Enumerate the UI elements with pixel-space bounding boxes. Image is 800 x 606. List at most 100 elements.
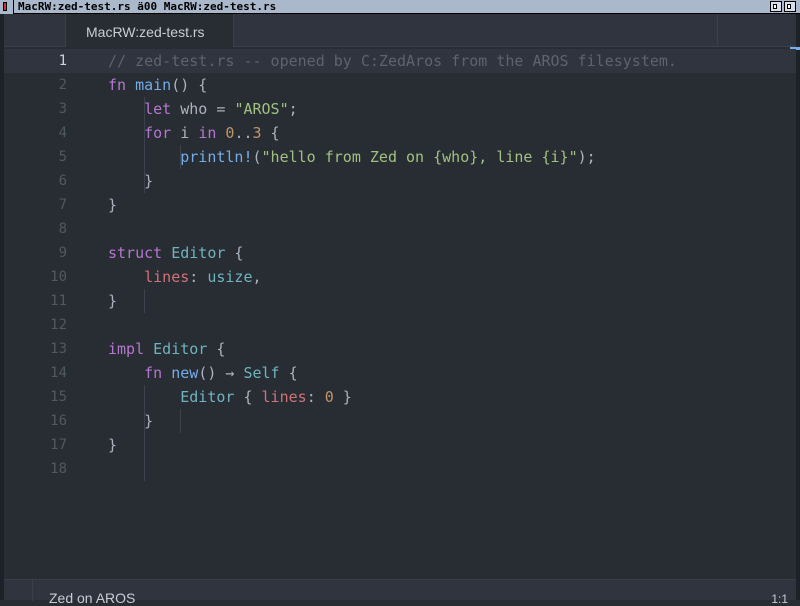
code-line[interactable]: 3 let who = "AROS"; <box>4 97 796 121</box>
code-line[interactable]: 5 println!("hello from Zed on {who}, lin… <box>4 145 796 169</box>
status-separator <box>32 580 33 601</box>
window-title-bar[interactable]: MacRW:zed-test.rs ä00 MacRW:zed-test.rs <box>0 0 800 14</box>
line-number: 12 <box>50 317 67 333</box>
code-line[interactable]: 4 for i in 0..3 { <box>4 121 796 145</box>
cursor-position[interactable]: 1:1 <box>771 592 788 606</box>
line-number: 10 <box>50 269 67 285</box>
code-line[interactable]: 15 Editor { lines: 0 } <box>4 385 796 409</box>
status-app-name: Zed on AROS <box>49 590 136 606</box>
code-token: } <box>108 196 118 214</box>
window-depth-gadget[interactable] <box>770 1 782 12</box>
close-icon <box>3 2 7 11</box>
line-number: 17 <box>50 437 67 453</box>
code-line[interactable]: 9 struct Editor { <box>4 241 796 265</box>
code-token: impl <box>108 340 154 358</box>
code-token: lines <box>261 388 307 406</box>
code-token: { <box>261 124 280 142</box>
code-text: } <box>108 193 117 217</box>
code-token: () { <box>171 76 208 94</box>
code-token: lines <box>144 268 190 286</box>
line-number: 1 <box>58 53 67 69</box>
code-text: fn new() → Self { <box>108 361 298 385</box>
code-token: 3 <box>252 124 262 142</box>
code-token: : <box>189 268 208 286</box>
code-token: { <box>225 244 244 262</box>
code-text: impl Editor { <box>108 337 225 361</box>
code-line[interactable]: 11} <box>4 289 796 313</box>
code-line[interactable]: 8 <box>4 217 796 241</box>
status-bar: Zed on AROS 1:1 <box>4 579 796 606</box>
code-token: : <box>306 388 325 406</box>
code-token: i <box>180 124 199 142</box>
code-line[interactable]: 12 <box>4 313 796 337</box>
code-token: fn <box>108 76 136 94</box>
code-token: fn <box>144 364 172 382</box>
window-close-gadget[interactable] <box>0 0 14 14</box>
line-number: 14 <box>50 365 67 381</box>
code-token: } <box>108 412 154 430</box>
line-number: 9 <box>58 245 67 261</box>
code-text: println!("hello from Zed on {who}, line … <box>108 145 596 169</box>
code-line[interactable]: 10 lines: usize, <box>4 265 796 289</box>
depth-icon <box>773 4 777 9</box>
code-text: } <box>108 409 153 433</box>
line-number: 13 <box>50 341 67 357</box>
code-token: who = <box>180 100 235 118</box>
code-token: main <box>135 76 172 94</box>
code-text: Editor { lines: 0 } <box>108 385 352 409</box>
line-number: 6 <box>58 173 67 189</box>
code-line[interactable]: 17} <box>4 433 796 457</box>
code-token: Editor <box>180 388 235 406</box>
tab-zed-test-rs[interactable]: MacRW:zed-test.rs <box>66 14 234 47</box>
code-token: let <box>144 100 181 118</box>
line-number: 5 <box>58 149 67 165</box>
code-text: let who = "AROS"; <box>108 97 298 121</box>
code-text: } <box>108 433 117 457</box>
code-token: } <box>108 292 118 310</box>
code-token: { <box>279 364 298 382</box>
code-line[interactable]: 14 fn new() → Self { <box>4 361 796 385</box>
line-number: 3 <box>58 101 67 117</box>
code-token: struct <box>108 244 172 262</box>
code-text: // zed-test.rs -- opened by C:ZedAros fr… <box>108 49 677 73</box>
line-number: 15 <box>50 389 67 405</box>
code-line[interactable]: 13 impl Editor { <box>4 337 796 361</box>
code-token: "AROS" <box>234 100 289 118</box>
line-number: 2 <box>58 77 67 93</box>
code-token: println! <box>180 148 253 166</box>
code-text: } <box>108 289 117 313</box>
code-token: { <box>234 388 262 406</box>
code-text: for i in 0..3 { <box>108 121 280 145</box>
code-line[interactable]: 7} <box>4 193 796 217</box>
code-token: ); <box>577 148 596 166</box>
code-token: 0 <box>324 388 334 406</box>
window-right-border <box>796 14 800 600</box>
code-line[interactable]: 6 } <box>4 169 796 193</box>
line-number: 11 <box>50 293 67 309</box>
tab-bar: MacRW:zed-test.rs <box>4 14 796 47</box>
code-token: , <box>252 268 262 286</box>
tab-label: MacRW:zed-test.rs <box>86 24 205 40</box>
line-number: 8 <box>58 221 67 237</box>
code-line[interactable]: 1 // zed-test.rs -- opened by C:ZedAros f… <box>4 49 796 73</box>
window-title: MacRW:zed-test.rs ä00 MacRW:zed-test.rs <box>18 0 277 13</box>
code-token: ( <box>252 148 262 166</box>
code-line[interactable]: 16 } <box>4 409 796 433</box>
code-token: "hello from Zed on {who}, line {i}" <box>261 148 578 166</box>
line-number: 7 <box>58 197 67 213</box>
code-token: for <box>144 124 181 142</box>
code-token: new <box>171 364 199 382</box>
code-line[interactable]: 2 fn main() { <box>4 73 796 97</box>
code-token: Editor <box>171 244 226 262</box>
code-token: { <box>207 340 226 358</box>
code-token: } <box>108 172 154 190</box>
code-token: Editor <box>153 340 208 358</box>
code-line[interactable]: 18 <box>4 457 796 481</box>
window-zoom-gadget[interactable] <box>784 1 796 12</box>
code-editor[interactable]: 1 // zed-test.rs -- opened by C:ZedAros f… <box>4 48 796 579</box>
